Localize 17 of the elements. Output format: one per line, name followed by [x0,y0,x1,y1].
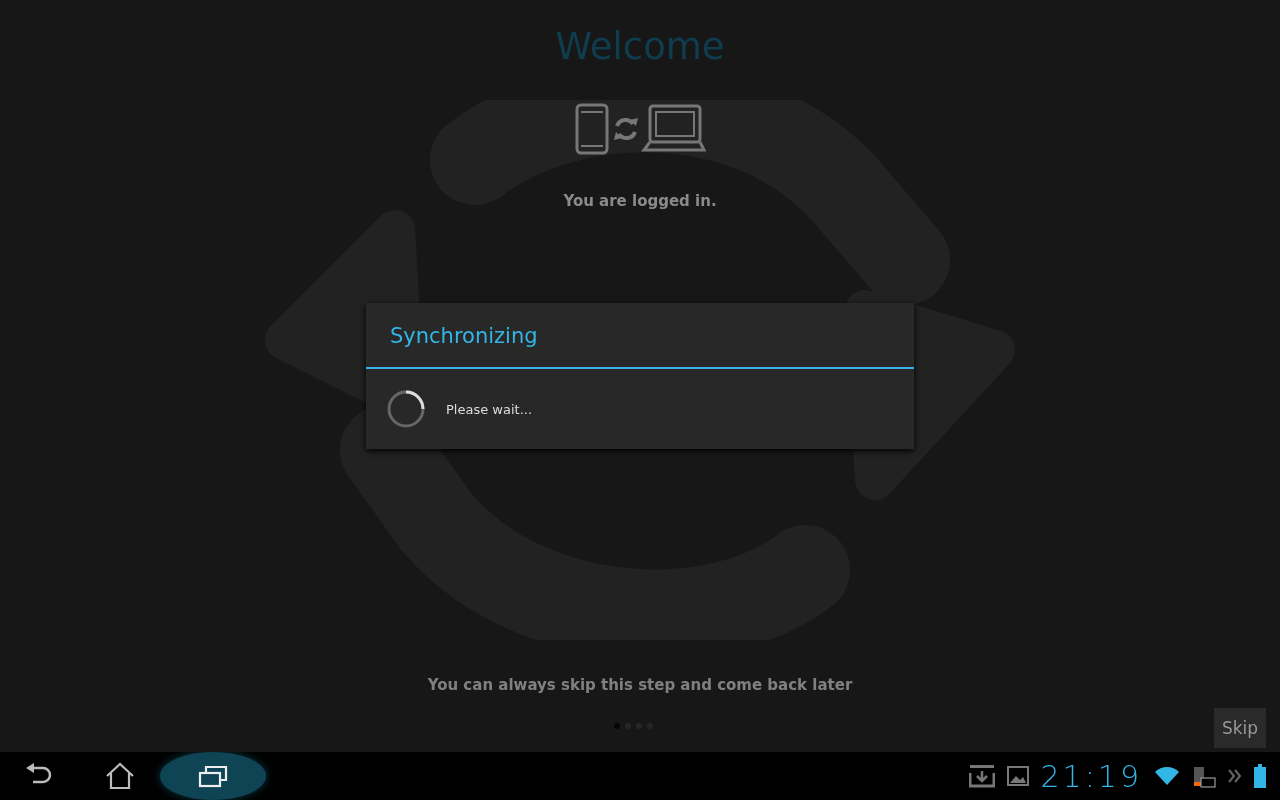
phone-laptop-sync-icon [574,102,706,156]
keyboard-battery-icon [1192,764,1216,788]
clock-time: 21:19 [1040,758,1142,794]
wifi-icon [1154,766,1180,786]
skip-button[interactable]: Skip [1214,708,1266,748]
skip-hint-text: You can always skip this step and come back later [426,676,854,694]
home-icon [105,762,135,790]
battery-icon [1254,764,1266,788]
dialog-title: Synchronizing [366,303,914,369]
download-icon [968,764,995,788]
recent-apps-button[interactable] [160,752,266,800]
double-chevron-icon [1228,769,1242,783]
image-icon [1006,766,1029,786]
loading-spinner-icon [386,389,426,429]
dialog-message: Please wait... [446,401,533,417]
recent-apps-icon [198,764,228,788]
login-status-text: You are logged in. [563,192,717,210]
